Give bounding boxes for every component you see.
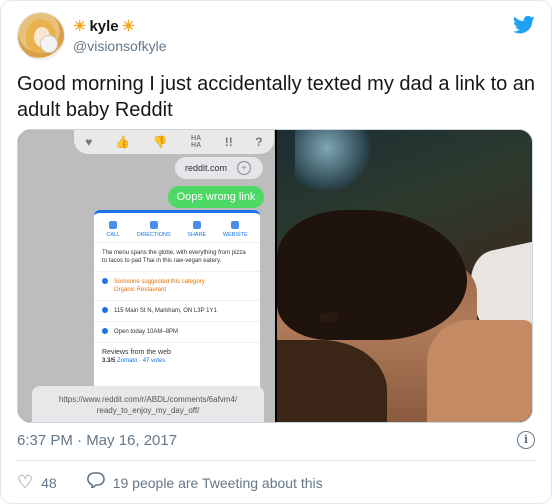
reviews-row: Reviews from the web 3.3/5 Zomato · 47 v… bbox=[94, 343, 260, 371]
avatar[interactable] bbox=[17, 12, 65, 60]
suggested-category: Someone suggested this category Organic … bbox=[94, 272, 260, 301]
avatar-mask bbox=[40, 35, 58, 53]
thumbs-up-reaction-icon: 👍 bbox=[115, 135, 130, 149]
user-handle[interactable]: @visionsofkyle bbox=[73, 38, 167, 54]
compass-icon: ⌖ bbox=[237, 161, 252, 175]
hair-shape bbox=[277, 210, 467, 340]
link-domain: reddit.com bbox=[185, 163, 228, 173]
clock-icon bbox=[102, 328, 108, 335]
eye-shape bbox=[319, 312, 339, 322]
tweet-text: Good morning I just accidentally texted … bbox=[17, 73, 536, 121]
suggested-label: Someone suggested this category bbox=[114, 279, 205, 285]
sent-message-bubble: Oops wrong link bbox=[168, 186, 264, 208]
display-name[interactable]: kyle bbox=[89, 18, 118, 35]
hours-row: Open today 10AM–8PM bbox=[94, 322, 260, 343]
sun-icon: ☀ bbox=[121, 18, 136, 35]
info-icon[interactable]: i bbox=[517, 431, 535, 449]
twitter-bird-icon[interactable] bbox=[513, 15, 535, 35]
directions-label: DIRECTIONS bbox=[136, 232, 171, 238]
location-pin-icon bbox=[102, 307, 108, 314]
review-score: 3.3/5 bbox=[102, 358, 116, 364]
haha-reaction-icon: HA HA bbox=[191, 135, 202, 149]
url-line-1: https://www.reddit.com/r/ABDL/comments/6… bbox=[58, 395, 238, 404]
tweet-actions: ♡ 48 19 people are Tweeting about this bbox=[17, 472, 323, 493]
hours-text: Open today 10AM–8PM bbox=[114, 329, 179, 335]
heart-reaction-icon: ♥ bbox=[85, 135, 93, 149]
place-description: The menu spans the globe, with everythin… bbox=[94, 243, 260, 272]
phone-icon bbox=[109, 221, 118, 229]
website-action: WEBSITE bbox=[223, 221, 248, 238]
place-actions: CALL DIRECTIONS SHARE WEBSITE bbox=[94, 213, 260, 243]
address-text: 115 Main St N, Markham, ON L3P 1Y1 bbox=[114, 308, 217, 314]
sun-icon: ☀ bbox=[73, 18, 87, 35]
question-reaction-icon: ? bbox=[255, 135, 263, 149]
website-label: WEBSITE bbox=[222, 232, 248, 238]
shoulder-shape bbox=[427, 320, 532, 422]
heart-icon[interactable]: ♡ bbox=[17, 472, 33, 493]
directions-icon bbox=[149, 221, 158, 229]
call-label: CALL bbox=[106, 232, 121, 238]
share-action: SHARE bbox=[187, 221, 206, 238]
divider bbox=[17, 460, 535, 461]
review-source: Zomato · 47 votes bbox=[117, 358, 166, 364]
url-line-2: ready_to_enjoy_my_day_off/ bbox=[96, 406, 200, 415]
suggested-value: Organic Restaurant bbox=[114, 287, 167, 293]
tweet-media[interactable]: ♥ 👍 👎 HA HA !! ? reddit.com ⌖ Oops wrong… bbox=[17, 129, 533, 423]
category-icon bbox=[102, 278, 108, 285]
exclamation-reaction-icon: !! bbox=[224, 135, 233, 149]
share-label: SHARE bbox=[187, 232, 207, 238]
call-action: CALL bbox=[106, 221, 120, 238]
reviews-heading: Reviews from the web bbox=[102, 349, 171, 356]
selfie-image[interactable] bbox=[277, 130, 532, 422]
directions-action: DIRECTIONS bbox=[137, 221, 171, 238]
discussion-link[interactable]: 19 people are Tweeting about this bbox=[113, 475, 323, 491]
share-icon bbox=[192, 221, 201, 229]
like-count[interactable]: 48 bbox=[41, 475, 57, 491]
lamp-glow bbox=[295, 130, 375, 190]
tweet-timestamp[interactable]: 6:37 PM · May 16, 2017 bbox=[17, 432, 177, 449]
reply-bubble-icon[interactable] bbox=[86, 472, 105, 493]
url-preview: https://www.reddit.com/r/ABDL/comments/6… bbox=[32, 386, 264, 422]
tweet-card: ☀ kyle ☀ @visionsofkyle Good morning I j… bbox=[0, 0, 552, 504]
globe-icon bbox=[231, 221, 240, 229]
display-name-row[interactable]: ☀ kyle ☀ bbox=[73, 17, 136, 36]
thumbs-down-reaction-icon: 👎 bbox=[152, 135, 168, 149]
tapback-bar: ♥ 👍 👎 HA HA !! ? bbox=[74, 130, 274, 154]
link-message-bubble: reddit.com ⌖ bbox=[175, 157, 263, 179]
screenshot-image[interactable]: ♥ 👍 👎 HA HA !! ? reddit.com ⌖ Oops wrong… bbox=[18, 130, 275, 422]
address-row: 115 Main St N, Markham, ON L3P 1Y1 bbox=[94, 301, 260, 322]
